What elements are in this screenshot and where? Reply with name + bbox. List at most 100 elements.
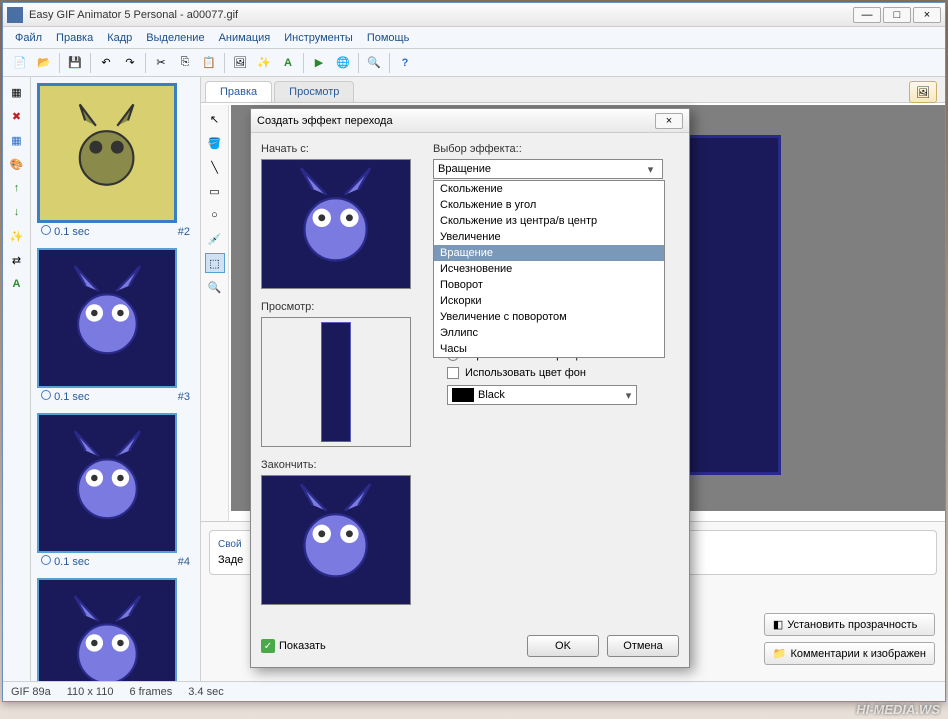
minimize-button[interactable]: — (853, 7, 881, 23)
clock-icon (41, 390, 51, 400)
text2-icon[interactable]: A (6, 273, 28, 295)
frame-item[interactable]: 0.1 sec#3 (37, 248, 194, 405)
menu-animation[interactable]: Анимация (213, 30, 277, 46)
dropdown-option[interactable]: Вращение (434, 245, 664, 261)
wand-icon[interactable]: ✨ (253, 52, 275, 74)
frame-item[interactable]: 0.1 sec#2 (37, 83, 194, 240)
color-combo[interactable]: Black ▾ (447, 385, 637, 405)
preview-strip (321, 322, 351, 442)
arrow-down-icon[interactable]: ↓ (6, 201, 28, 223)
set-transparency-button[interactable]: ◧Установить прозрачность (764, 613, 935, 636)
cancel-button[interactable]: Отмена (607, 635, 679, 657)
checkbox-label: Использовать цвет фон (465, 367, 586, 379)
dropdown-option[interactable]: Скольжение из центра/в центр (434, 213, 664, 229)
options-icon[interactable]: 🖼 (909, 81, 937, 103)
watermark: HI-MEDIA.WS (856, 702, 940, 717)
bucket-icon[interactable]: 🪣 (205, 133, 225, 153)
delete-icon[interactable]: ✖ (6, 105, 28, 127)
menubar: Файл Правка Кадр Выделение Анимация Инст… (3, 27, 945, 49)
palette-icon[interactable]: 🎨 (6, 153, 28, 175)
folder-icon: 📁 (773, 647, 787, 660)
undo-icon[interactable]: ↶ (95, 52, 117, 74)
menu-selection[interactable]: Выделение (140, 30, 210, 46)
layers-icon[interactable]: ▦ (6, 129, 28, 151)
ok-button[interactable]: OK (527, 635, 599, 657)
dropdown-option[interactable]: Искорки (434, 293, 664, 309)
tabs-bar: Правка Просмотр 🖼 (201, 77, 945, 103)
flip-icon[interactable]: ⇄ (6, 249, 28, 271)
separator (59, 53, 60, 73)
line-icon[interactable]: ╲ (205, 157, 225, 177)
dropdown-option[interactable]: Скольжение (434, 181, 664, 197)
frame-thumbnail[interactable] (37, 578, 177, 681)
color-swatch (452, 388, 474, 402)
menu-edit[interactable]: Правка (50, 30, 99, 46)
preview-icon[interactable]: 🔍 (363, 52, 385, 74)
dropdown-option[interactable]: Эллипс (434, 325, 664, 341)
frame-number: #2 (178, 226, 190, 238)
frame-thumbnail[interactable] (37, 83, 177, 223)
start-thumbnail (261, 159, 411, 289)
ellipse-icon[interactable]: ○ (205, 205, 225, 225)
separator (358, 53, 359, 73)
frame-item[interactable] (37, 578, 194, 681)
save-icon[interactable]: 💾 (64, 52, 86, 74)
redo-icon[interactable]: ↷ (119, 52, 141, 74)
new-icon[interactable]: 📄 (9, 52, 31, 74)
status-frames: 6 frames (129, 686, 172, 698)
menu-help[interactable]: Помощь (361, 30, 416, 46)
globe-icon[interactable]: 🌐 (332, 52, 354, 74)
clock-icon (41, 225, 51, 235)
wand2-icon[interactable]: ✨ (6, 225, 28, 247)
close-button[interactable]: × (913, 7, 941, 23)
frames-panel: 0.1 sec#2 0.1 sec#3 0.1 sec#4 (31, 77, 201, 681)
comments-button[interactable]: 📁Комментарии к изображен (764, 642, 935, 665)
status-size: 110 x 110 (67, 686, 114, 698)
frame-thumbnail[interactable] (37, 248, 177, 388)
text-icon[interactable]: A (277, 52, 299, 74)
menu-file[interactable]: Файл (9, 30, 48, 46)
cut-icon[interactable]: ✂ (150, 52, 172, 74)
maximize-button[interactable]: □ (883, 7, 911, 23)
menu-frame[interactable]: Кадр (101, 30, 138, 46)
cursor-icon[interactable]: ↖ (205, 109, 225, 129)
show-checkbox[interactable]: ✓ Показать (261, 639, 326, 653)
tab-preview[interactable]: Просмотр (274, 81, 354, 102)
move-icon[interactable]: ⬚ (205, 253, 225, 273)
statusbar: GIF 89a 110 x 110 6 frames 3.4 sec (3, 681, 945, 701)
separator (145, 53, 146, 73)
frame-number: #4 (178, 556, 190, 568)
menu-tools[interactable]: Инструменты (278, 30, 359, 46)
dialog-title: Создать эффект перехода (257, 115, 393, 127)
separator (303, 53, 304, 73)
paste-icon[interactable]: 📋 (198, 52, 220, 74)
zoom-icon[interactable]: 🔍 (205, 277, 225, 297)
transparency-icon: ◧ (773, 618, 783, 631)
image-icon[interactable]: 🖼 (229, 52, 251, 74)
copy-icon[interactable]: ⎘ (174, 52, 196, 74)
color-value: Black (478, 389, 505, 401)
eyedrop-icon[interactable]: 💉 (205, 229, 225, 249)
dropdown-option[interactable]: Часы (434, 341, 664, 357)
arrow-up-icon[interactable]: ↑ (6, 177, 28, 199)
rect-icon[interactable]: ▭ (205, 181, 225, 201)
dialog-close-button[interactable]: × (655, 113, 683, 129)
open-icon[interactable]: 📂 (33, 52, 55, 74)
effect-combo[interactable]: Вращение ▾ Скольжение Скольжение в угол … (433, 159, 663, 179)
separator (389, 53, 390, 73)
dropdown-option[interactable]: Скольжение в угол (434, 197, 664, 213)
frame-item[interactable]: 0.1 sec#4 (37, 413, 194, 570)
play-icon[interactable]: ▶ (308, 52, 330, 74)
transition-dialog: Создать эффект перехода × Начать с: Прос… (250, 108, 690, 668)
dropdown-option[interactable]: Исчезновение (434, 261, 664, 277)
dropdown-option[interactable]: Увеличение (434, 229, 664, 245)
dropdown-option[interactable]: Поворот (434, 277, 664, 293)
help-icon[interactable]: ? (394, 52, 416, 74)
frame-thumbnail[interactable] (37, 413, 177, 553)
dropdown-option[interactable]: Увеличение с поворотом (434, 309, 664, 325)
selection-icon[interactable]: ▦ (6, 81, 28, 103)
tab-edit[interactable]: Правка (205, 81, 272, 102)
window-title: Easy GIF Animator 5 Personal - a00077.gi… (29, 9, 853, 21)
use-bgcolor-checkbox[interactable]: Использовать цвет фон (447, 367, 679, 379)
effect-dropdown: Скольжение Скольжение в угол Скольжение … (433, 180, 665, 358)
